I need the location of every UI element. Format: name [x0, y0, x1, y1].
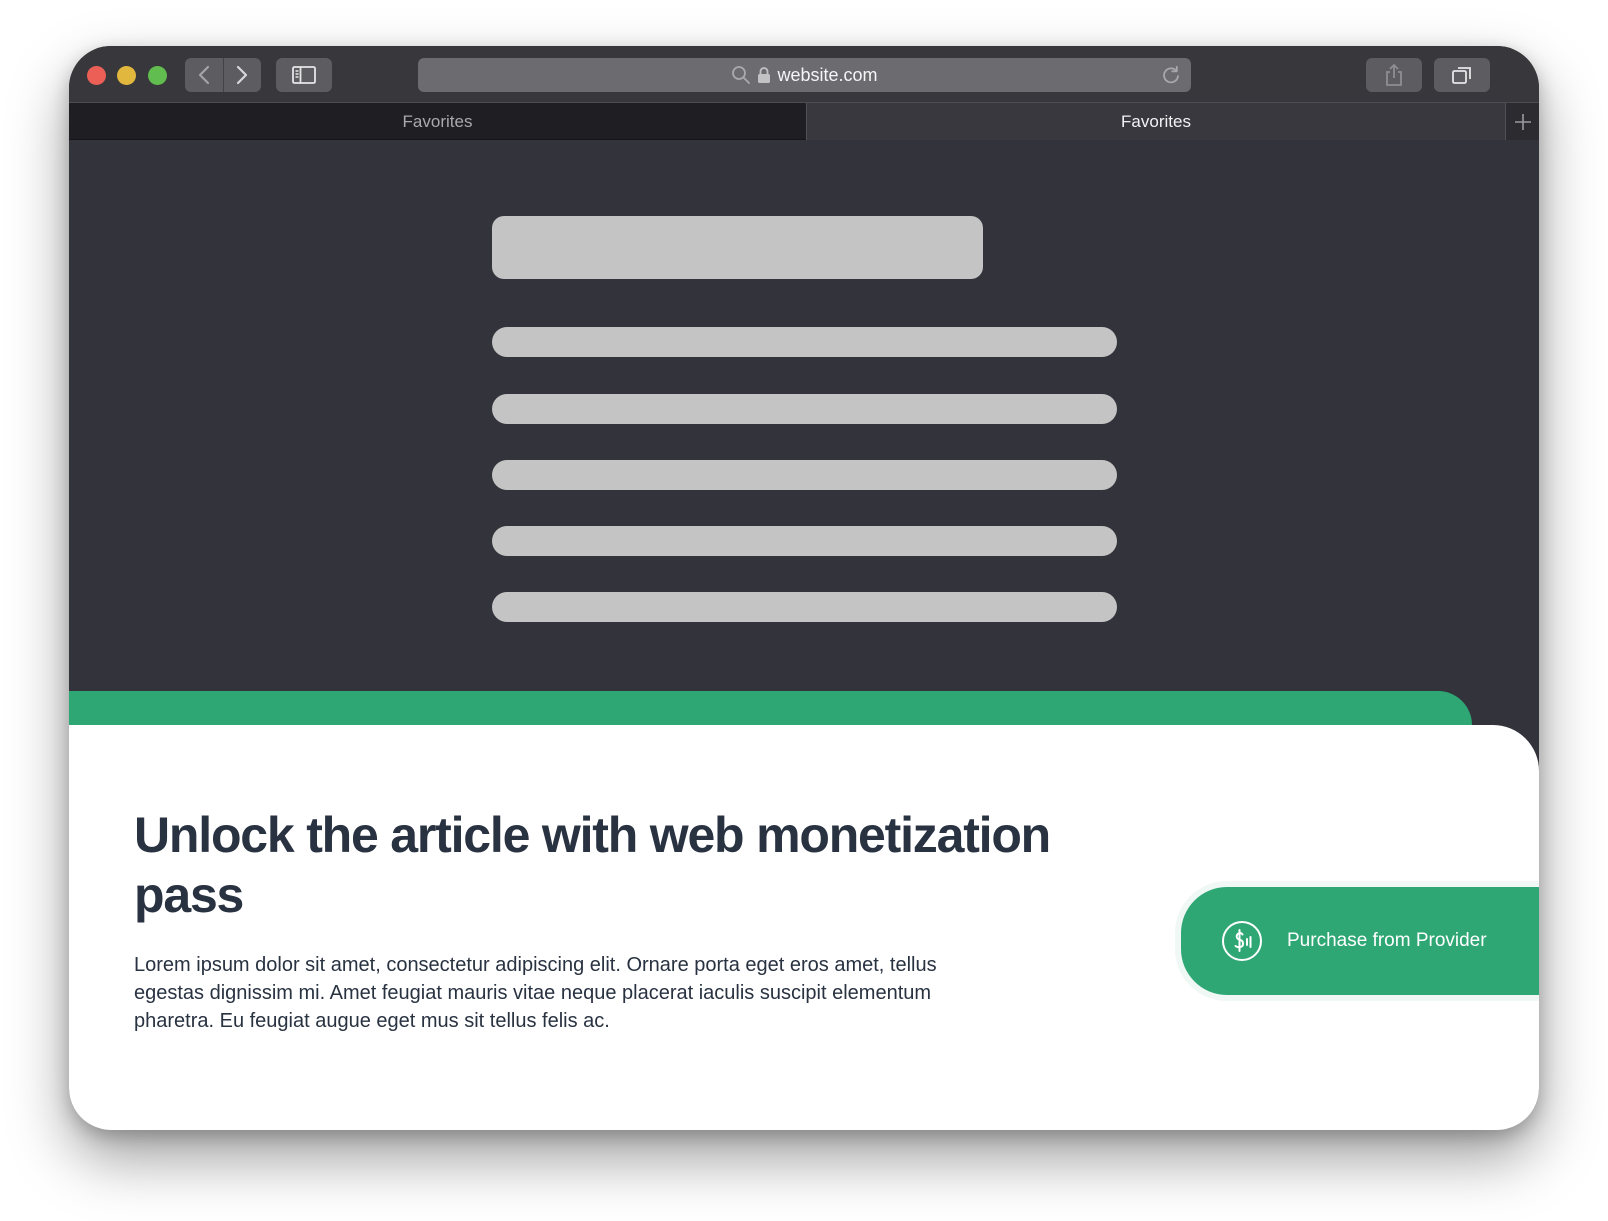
zoom-window-button[interactable]	[148, 66, 167, 85]
url-text: website.com	[777, 64, 878, 85]
navigation-buttons	[185, 58, 261, 92]
back-button[interactable]	[185, 58, 223, 92]
purchase-from-provider-button[interactable]: Purchase from Provider	[1181, 887, 1539, 995]
reload-icon	[1163, 65, 1179, 84]
share-button[interactable]	[1366, 58, 1422, 92]
skeleton-line-placeholder	[492, 526, 1117, 556]
chevron-right-icon	[237, 65, 248, 85]
paywall-description: Lorem ipsum dolor sit amet, consectetur …	[134, 954, 937, 1032]
reload-button[interactable]	[1161, 65, 1181, 90]
purchase-button-label: Purchase from Provider	[1287, 930, 1487, 951]
sidebar-icon	[292, 66, 316, 84]
close-window-button[interactable]	[87, 66, 106, 85]
paywall-heading: Unlock the article with web monetization…	[134, 807, 1051, 923]
skeleton-line-placeholder	[492, 460, 1117, 490]
forward-button[interactable]	[222, 58, 262, 92]
sidebar-button[interactable]	[276, 58, 332, 92]
search-icon	[732, 66, 751, 84]
dollar-monetization-icon	[1221, 920, 1263, 962]
new-tab-button[interactable]	[1505, 103, 1539, 140]
tab-favorites-active[interactable]: Favorites	[806, 103, 1505, 140]
browser-window: website.com Favorites Favorites Unlock t…	[69, 46, 1539, 1130]
lock-icon	[758, 67, 771, 83]
share-icon	[1386, 64, 1402, 86]
chevron-left-icon	[198, 65, 209, 85]
tab-bar: Favorites Favorites	[69, 103, 1539, 140]
skeleton-line-placeholder	[492, 592, 1117, 622]
title-bar: website.com	[69, 46, 1539, 103]
tabs-overview-icon	[1452, 67, 1471, 84]
skeleton-line-placeholder	[492, 394, 1117, 424]
skeleton-line-placeholder	[492, 327, 1117, 357]
paywall-panel: Unlock the article with web monetization…	[69, 725, 1539, 1130]
tab-overview-button[interactable]	[1434, 58, 1490, 92]
tab-favorites-inactive[interactable]: Favorites	[69, 103, 806, 140]
plus-icon	[1514, 113, 1531, 130]
minimize-window-button[interactable]	[117, 66, 136, 85]
address-bar[interactable]: website.com	[418, 58, 1191, 92]
skeleton-title-placeholder	[492, 216, 983, 279]
